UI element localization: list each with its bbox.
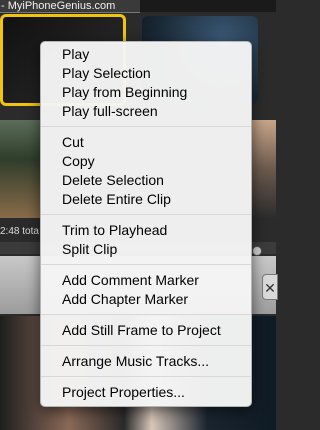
menu-separator [41,126,251,127]
menu-item-copy[interactable]: Copy [41,152,251,171]
watermark-text: - MyiPhoneGenius.com [1,0,116,12]
menu-item-delete-selection[interactable]: Delete Selection [41,171,251,190]
menu-separator [41,264,251,265]
menu-item-add-still-frame[interactable]: Add Still Frame to Project [41,321,251,340]
clip-filmstrip-right[interactable] [252,120,276,218]
menu-item-split-clip[interactable]: Split Clip [41,240,251,259]
menu-item-play-selection[interactable]: Play Selection [41,64,251,83]
zoom-slider-knob[interactable] [252,246,262,256]
close-icon[interactable]: ✕ [262,274,278,300]
menu-item-arrange-music-tracks[interactable]: Arrange Music Tracks... [41,352,251,371]
menu-item-cut[interactable]: Cut [41,133,251,152]
menu-item-play[interactable]: Play [41,45,251,64]
menu-item-play-full-screen[interactable]: Play full-screen [41,102,251,121]
menu-separator [41,314,251,315]
menu-separator [41,214,251,215]
menu-item-delete-entire-clip[interactable]: Delete Entire Clip [41,190,251,209]
menu-item-project-properties[interactable]: Project Properties... [41,383,251,402]
context-menu: Play Play Selection Play from Beginning … [40,41,252,407]
menu-item-add-chapter-marker[interactable]: Add Chapter Marker [41,290,251,309]
menu-separator [41,345,251,346]
menu-item-play-from-beginning[interactable]: Play from Beginning [41,83,251,102]
menu-item-trim-to-playhead[interactable]: Trim to Playhead [41,221,251,240]
menu-separator [41,376,251,377]
clip-filmstrip-left[interactable] [0,120,40,218]
menu-item-add-comment-marker[interactable]: Add Comment Marker [41,271,251,290]
duration-readout: 2:48 tota [0,226,39,237]
